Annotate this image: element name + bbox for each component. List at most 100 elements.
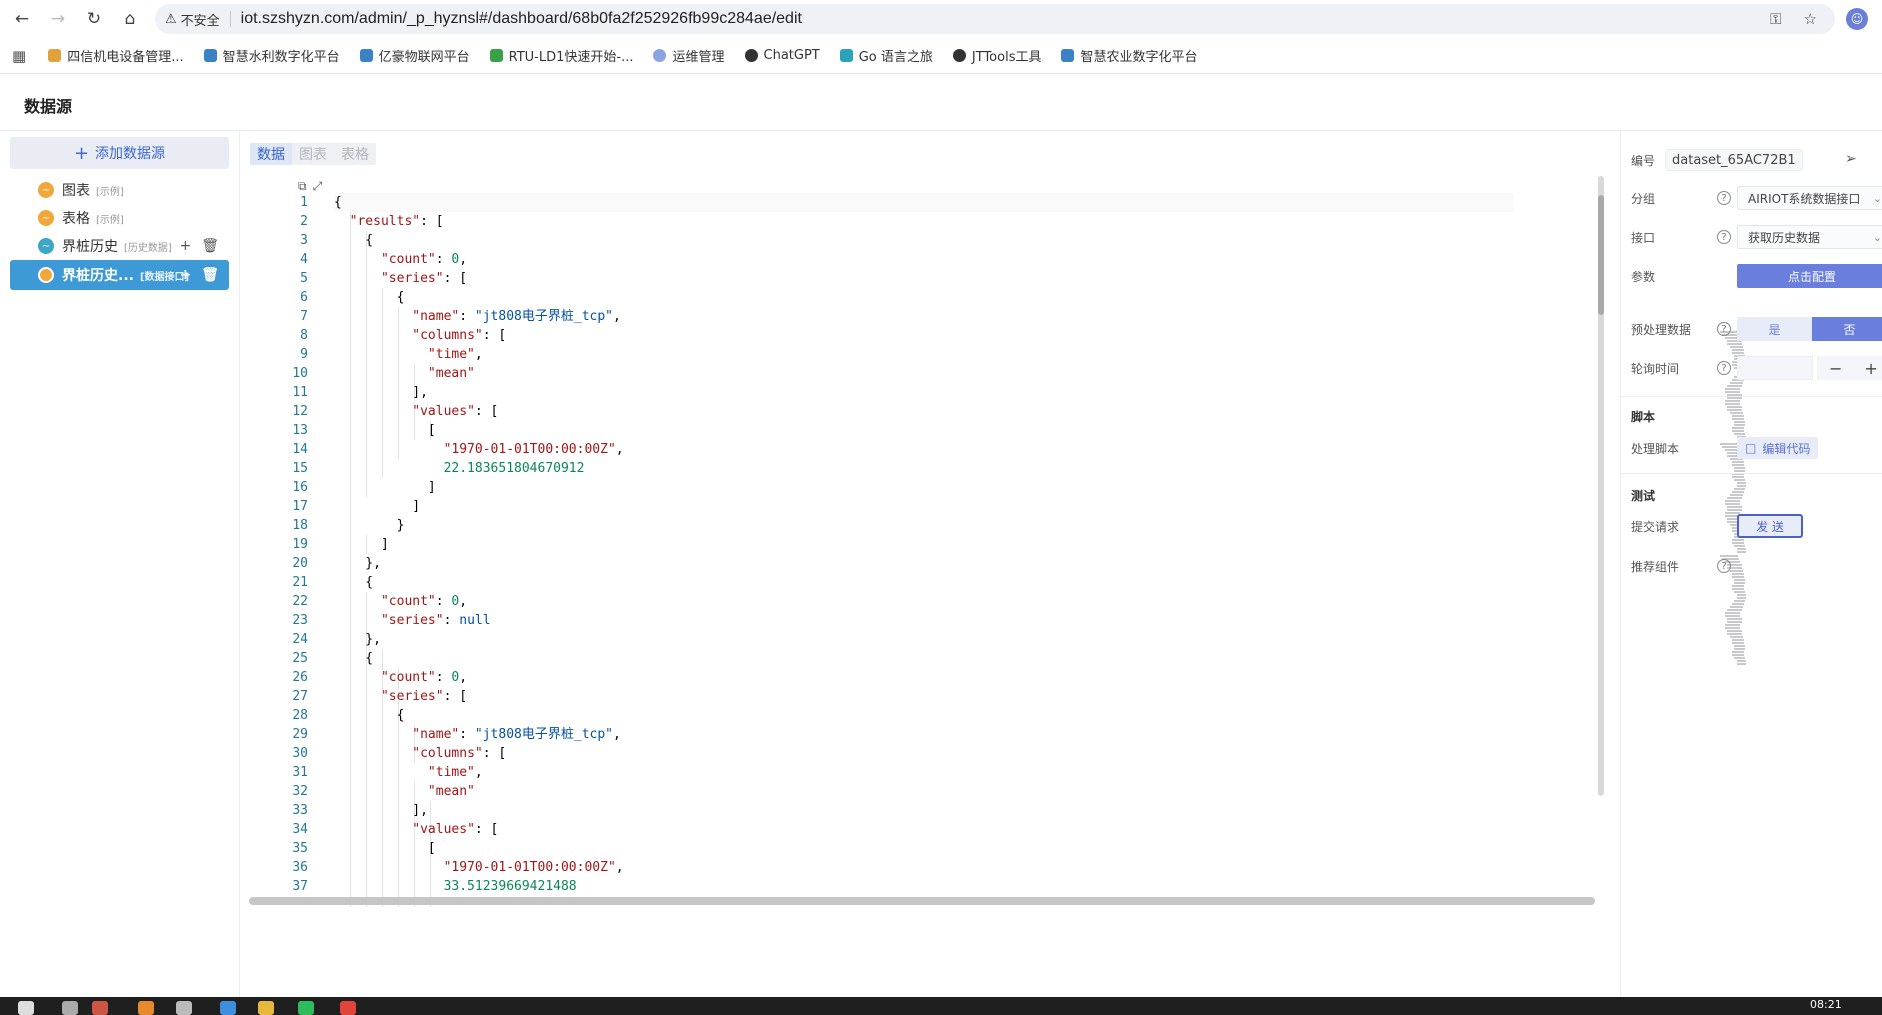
bookmark-star-icon[interactable]: ☆ (1804, 10, 1817, 28)
preprocess-yes-option[interactable]: 是 (1737, 317, 1812, 341)
help-icon[interactable]: ? (1717, 322, 1731, 336)
help-icon[interactable]: ? (1717, 230, 1731, 244)
bookmark-favicon-icon (359, 49, 373, 62)
group-select[interactable]: AIRIOT系统数据接口 ⌄ (1737, 186, 1882, 210)
bookmark-item[interactable]: ChatGPT (744, 48, 820, 63)
back-icon[interactable]: ← (4, 1, 40, 37)
security-indicator[interactable]: ⚠ 不安全 (165, 10, 220, 29)
password-key-icon[interactable]: ⚿ (1770, 10, 1781, 28)
datasource-editor-panel: 数据 图表 表格 ⧉ ⤢ 1 2 3 4 5 6 7 8 9 10 11 12 … (240, 131, 1747, 997)
code-token: }, (334, 556, 381, 571)
submit-row: 提交请求 发 送 (1621, 511, 1882, 541)
code-token: { (334, 290, 405, 305)
github-icon (952, 49, 966, 62)
edit-code-button[interactable]: □ 编辑代码 (1737, 437, 1819, 459)
bookmark-item[interactable]: 智慧农业数字化平台 (1061, 46, 1198, 65)
line-number: 30 (292, 746, 308, 761)
code-token: "time" (427, 347, 475, 362)
poll-interval-stepper: − + (1817, 356, 1882, 380)
send-button[interactable]: 发 送 (1737, 514, 1803, 538)
line-number: 24 (292, 632, 308, 647)
tab-table[interactable]: 表格 (334, 143, 376, 165)
code-token: { (334, 575, 374, 590)
code-token: "values" (412, 404, 475, 419)
configure-params-button[interactable]: 点击配置 (1737, 264, 1882, 288)
address-bar[interactable]: ⚠ 不安全 iot.szshyzn.com/admin/_p_hyznsl#/d… (155, 4, 1835, 34)
code-line: 33.51239669421488 (334, 877, 1514, 896)
code-line: { (334, 193, 1514, 212)
datasource-item-table[interactable]: ∼ 表格 [示例] (10, 203, 229, 233)
forward-icon[interactable]: → (40, 1, 76, 37)
minus-icon[interactable]: − (1829, 359, 1842, 378)
preprocess-no-option[interactable]: 否 (1812, 317, 1882, 341)
apps-grid-icon[interactable]: ▦ (12, 47, 26, 65)
wechat-icon[interactable] (298, 1001, 314, 1015)
datasource-item-history[interactable]: ∼ 界桩历史 [历史数据] + 🗑 (10, 231, 229, 261)
bookmark-item[interactable]: 亿豪物联网平台 (359, 46, 470, 65)
url-text[interactable]: iot.szshyzn.com/admin/_p_hyznsl#/dashboa… (241, 10, 802, 28)
dataset-id-field[interactable]: dataset_65AC72B1 (1665, 149, 1803, 171)
code-token: "columns" (412, 328, 483, 343)
scrollbar-thumb[interactable] (1598, 195, 1604, 315)
profile-avatar-icon[interactable]: ☺ (1846, 8, 1868, 30)
bookmark-item[interactable]: 四信机电设备管理... (48, 46, 184, 65)
add-icon[interactable]: + (179, 238, 191, 254)
add-icon[interactable]: + (179, 267, 191, 283)
app-icon[interactable] (176, 1001, 192, 1015)
home-icon[interactable]: ⌂ (112, 1, 148, 37)
delete-icon[interactable]: 🗑 (201, 238, 219, 254)
windows-start-icon[interactable] (18, 1001, 34, 1015)
chrome-icon[interactable] (220, 1001, 236, 1015)
save-icon[interactable]: ➢ (1845, 151, 1857, 167)
folder-icon[interactable] (258, 1001, 274, 1015)
datasource-item-interface[interactable]: 界桩历史... [数据接口] + 🗑 (10, 260, 229, 290)
bookmark-item[interactable]: Go 语言之旅 (839, 46, 933, 65)
datasource-item-chart[interactable]: ∼ 图表 [示例] (10, 175, 229, 205)
code-token: : [ (474, 404, 499, 419)
code-line: }, (334, 554, 1514, 573)
editor-horizontal-scrollbar[interactable] (249, 897, 1595, 905)
line-number: 21 (292, 575, 308, 590)
plus-icon[interactable]: + (1864, 359, 1877, 378)
app-icon[interactable] (92, 1001, 108, 1015)
delete-icon[interactable]: 🗑 (201, 267, 219, 283)
keyboard-icon[interactable] (62, 1001, 78, 1015)
code-token: , (613, 727, 621, 742)
bookmark-item[interactable]: 智慧水利数字化平台 (203, 46, 340, 65)
reload-icon[interactable]: ↻ (76, 1, 112, 37)
line-number: 26 (292, 670, 308, 685)
json-code-editor[interactable]: 1 2 3 4 5 6 7 8 9 10 11 12 13 14 15 16 1… (250, 193, 1595, 907)
copy-icon[interactable]: ⧉ (298, 179, 307, 194)
preprocess-toggle: 是 否 (1737, 317, 1882, 341)
tab-chart[interactable]: 图表 (292, 143, 334, 165)
help-icon[interactable]: ? (1717, 559, 1731, 573)
line-number: 5 (300, 271, 308, 286)
preprocess-row: 预处理数据 ? 是 否 (1621, 314, 1882, 344)
bookmark-item[interactable]: 运维管理 (653, 46, 725, 65)
help-icon[interactable]: ? (1717, 191, 1731, 205)
chrome-icon[interactable] (340, 1001, 356, 1015)
poll-interval-input[interactable] (1737, 356, 1813, 380)
code-token: ], (334, 385, 428, 400)
line-number: 11 (292, 385, 308, 400)
app-icon[interactable] (138, 1001, 154, 1015)
code-line: ], (334, 801, 1514, 820)
code-line: [ (334, 421, 1514, 440)
interface-select[interactable]: 获取历史数据 ⌄ (1737, 225, 1882, 249)
bookmark-item[interactable]: RTU-LD1快速开始-... (489, 46, 633, 65)
code-token: "series" (380, 689, 444, 704)
help-icon[interactable]: ? (1717, 361, 1731, 375)
bookmark-item[interactable]: JTTools工具 (952, 46, 1041, 65)
script-row: 处理脚本 □ 编辑代码 (1621, 433, 1882, 463)
group-row: 分组 ? AIRIOT系统数据接口 ⌄ (1621, 183, 1882, 213)
tab-data[interactable]: 数据 (250, 143, 292, 165)
add-datasource-button[interactable]: + 添加数据源 (10, 137, 229, 169)
code-line: "results": [ (334, 212, 1514, 231)
code-token: : (435, 670, 452, 685)
expand-icon[interactable]: ⤢ (313, 179, 323, 194)
code-token: , (613, 309, 621, 324)
